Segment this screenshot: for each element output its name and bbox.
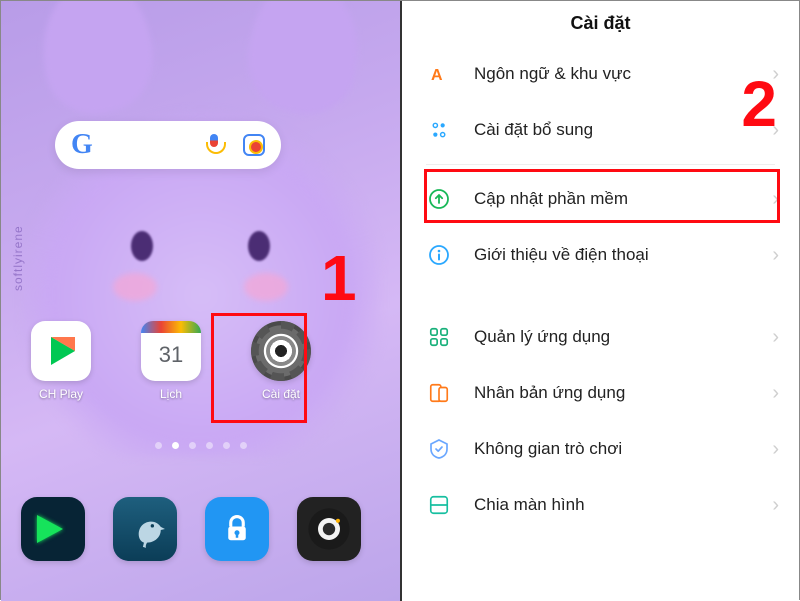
row-label: Quản lý ứng dụng bbox=[474, 327, 750, 347]
info-icon bbox=[426, 242, 452, 268]
google-lens-icon[interactable] bbox=[243, 134, 265, 156]
settings-row-more[interactable]: Cài đặt bổ sung › bbox=[402, 102, 799, 158]
dock-app-security[interactable] bbox=[205, 497, 269, 561]
home-screen: softlyirene G CH Play 31 Lịch Cài đặt bbox=[1, 1, 400, 601]
apps-grid-icon bbox=[426, 324, 452, 350]
camera-icon bbox=[307, 507, 351, 551]
wallpaper-decor bbox=[113, 273, 157, 301]
chevron-right-icon: › bbox=[772, 244, 779, 267]
annotation-number-2: 2 bbox=[741, 67, 777, 141]
kiwi-bird-icon bbox=[124, 508, 166, 550]
annotation-box-1 bbox=[211, 313, 307, 423]
game-space-icon bbox=[426, 436, 452, 462]
page-indicator[interactable] bbox=[1, 442, 400, 449]
row-label: Cài đặt bổ sung bbox=[474, 120, 750, 140]
page-dot[interactable] bbox=[206, 442, 213, 449]
play-store-icon bbox=[31, 321, 91, 381]
chevron-right-icon: › bbox=[772, 494, 779, 517]
app-label: CH Play bbox=[39, 387, 83, 401]
svg-text:A: A bbox=[431, 67, 443, 84]
page-dot[interactable] bbox=[240, 442, 247, 449]
row-label: Chia màn hình bbox=[474, 495, 750, 515]
settings-row-app-clone[interactable]: Nhân bản ứng dụng › bbox=[402, 365, 799, 421]
lock-icon bbox=[217, 509, 257, 549]
wallpaper-decor bbox=[248, 231, 270, 261]
section-gap bbox=[402, 283, 799, 309]
divider bbox=[426, 164, 775, 165]
dock bbox=[21, 497, 380, 561]
dock-app-kiwi[interactable] bbox=[113, 497, 177, 561]
app-calendar[interactable]: 31 Lịch bbox=[131, 321, 211, 401]
row-label: Không gian trò chơi bbox=[474, 439, 750, 459]
settings-row-about-phone[interactable]: Giới thiệu về điện thoại › bbox=[402, 227, 799, 283]
settings-row-game-space[interactable]: Không gian trò chơi › bbox=[402, 421, 799, 477]
settings-row-split-screen[interactable]: Chia màn hình › bbox=[402, 477, 799, 533]
chevron-right-icon: › bbox=[772, 438, 779, 461]
row-label: Nhân bản ứng dụng bbox=[474, 383, 750, 403]
more-settings-icon bbox=[426, 117, 452, 143]
settings-row-app-management[interactable]: Quản lý ứng dụng › bbox=[402, 309, 799, 365]
settings-title: Cài đặt bbox=[402, 1, 799, 46]
split-screen-icon bbox=[426, 492, 452, 518]
app-label: Lịch bbox=[160, 387, 182, 401]
page-dot[interactable] bbox=[223, 442, 230, 449]
page-dot[interactable] bbox=[189, 442, 196, 449]
page-dot-active[interactable] bbox=[172, 442, 179, 449]
chevron-right-icon: › bbox=[772, 382, 779, 405]
annotation-box-2 bbox=[424, 169, 780, 223]
clone-app-icon bbox=[426, 380, 452, 406]
mic-icon[interactable] bbox=[203, 134, 225, 156]
wallpaper-decor bbox=[244, 273, 288, 301]
calendar-icon: 31 bbox=[141, 321, 201, 381]
settings-row-language[interactable]: A Ngôn ngữ & khu vực › bbox=[402, 46, 799, 102]
chevron-right-icon: › bbox=[772, 326, 779, 349]
google-search-bar[interactable]: G bbox=[55, 121, 281, 169]
row-label: Giới thiệu về điện thoại bbox=[474, 245, 750, 265]
settings-list: A Ngôn ngữ & khu vực › Cài đặt bổ sung ›… bbox=[402, 46, 799, 533]
page-dot[interactable] bbox=[155, 442, 162, 449]
app-ch-play[interactable]: CH Play bbox=[21, 321, 101, 401]
settings-screen: Cài đặt A Ngôn ngữ & khu vực › Cài đặt b… bbox=[400, 1, 799, 601]
language-icon: A bbox=[426, 61, 452, 87]
wallpaper-decor bbox=[131, 231, 153, 261]
calendar-day: 31 bbox=[159, 342, 183, 368]
annotation-number-1: 1 bbox=[321, 241, 357, 315]
row-label: Ngôn ngữ & khu vực bbox=[474, 64, 750, 84]
app-row: CH Play 31 Lịch Cài đặt bbox=[21, 321, 380, 401]
dock-app-media[interactable] bbox=[21, 497, 85, 561]
wallpaper-watermark: softlyirene bbox=[11, 225, 25, 291]
dock-app-camera[interactable] bbox=[297, 497, 361, 561]
google-logo-icon: G bbox=[71, 129, 93, 161]
